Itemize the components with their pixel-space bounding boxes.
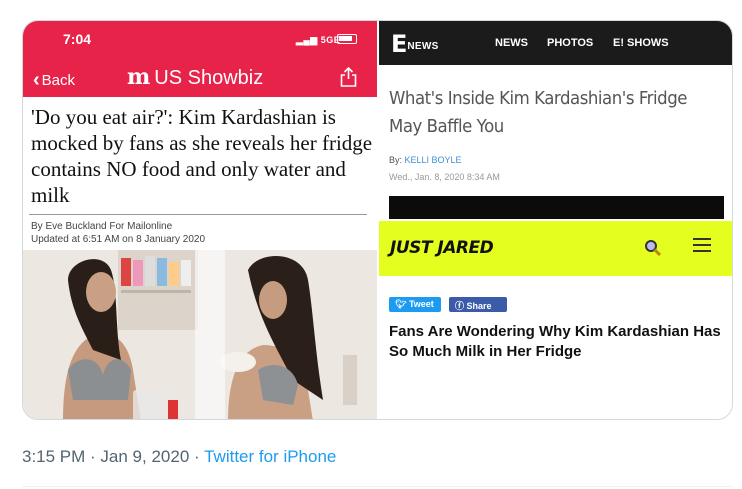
article-photo [23,250,377,419]
enews-logo-e: E [391,30,408,58]
article-headline: What's Inside Kim Kardashian's Fridge Ma… [389,88,688,137]
dailymail-brand: m US Showbiz [127,64,263,90]
article-headline: 'Do you eat air?': Kim Kardashian is moc… [31,105,373,207]
enews-logo: ENEWS [391,30,439,58]
search-icon[interactable] [644,239,662,257]
facebook-icon: ⓕ [455,301,465,311]
byline-updated: Updated at 6:51 AM on 8 January 2020 [31,234,206,245]
tweet-metadata: 3:15 PM · Jan 9, 2020 · Twitter for iPho… [22,447,336,467]
separator: · [85,447,101,466]
nav-news[interactable]: NEWS [495,37,528,49]
share-label: Share [466,301,492,311]
dailymail-logo: m [127,64,151,90]
back-button[interactable]: ‹ Back [33,68,75,91]
tweet-media-card[interactable]: 7:04 ▂▄▆ 5GE ‹ Back m US Showbiz 'Do you e… [22,20,733,420]
nav-photos[interactable]: PHOTOS [547,37,593,49]
tweet-time[interactable]: 3:15 PM [22,447,85,466]
chevron-left-icon: ‹ [33,69,40,91]
separator: · [189,447,205,466]
divider [29,214,367,215]
article-byline: By Eve Buckland For Mailonline Updated a… [31,220,205,246]
justjared-logo: JUST JARED [390,238,494,258]
enews-screenshot[interactable]: ENEWS NEWS PHOTOS E! SHOWS What's Inside… [379,21,732,219]
byline-author: By Eve Buckland For Mailonline [31,221,173,232]
signal-icon: ▂▄▆ 5GE [296,35,341,45]
tweet-date[interactable]: Jan 9, 2020 [100,447,189,466]
dailymail-screenshot[interactable]: 7:04 ▂▄▆ 5GE ‹ Back m US Showbiz 'Do you e… [23,21,377,419]
author-link[interactable]: KELLI BOYLE [405,155,462,165]
enews-logo-news: NEWS [407,41,439,52]
dailymail-nav-bar: ‹ Back m US Showbiz [23,59,377,97]
share-icon[interactable] [340,67,357,87]
justjared-screenshot[interactable]: JUST JARED 🐦︎ Tweet ⓕ Share Fans Are Won… [379,221,732,419]
twitter-bird-icon: 🐦︎ [395,299,407,309]
back-label: Back [41,72,76,89]
nav-eshows[interactable]: E! SHOWS [613,37,669,49]
status-time: 7:04 [63,31,92,47]
article-date: Wed., Jan. 8, 2020 8:34 AM [389,172,500,182]
article-photo [389,196,724,219]
tweet-button[interactable]: 🐦︎ Tweet [389,297,441,312]
article-headline: Fans Are Wondering Why Kim Kardashian Ha… [389,323,721,360]
section-label: US Showbiz [154,67,264,89]
tweet-label: Tweet [408,299,434,309]
enews-nav-bar: ENEWS NEWS PHOTOS E! SHOWS [379,21,732,65]
justjared-nav-bar: JUST JARED [379,221,732,276]
hamburger-menu-icon[interactable] [693,238,711,252]
by-label: By: [389,155,403,165]
article-byline: By: KELLI BOYLE [389,155,462,165]
facebook-share-button[interactable]: ⓕ Share [449,297,507,312]
tweet-source-link[interactable]: Twitter for iPhone [204,447,336,466]
divider [22,486,733,487]
battery-icon [337,34,357,44]
